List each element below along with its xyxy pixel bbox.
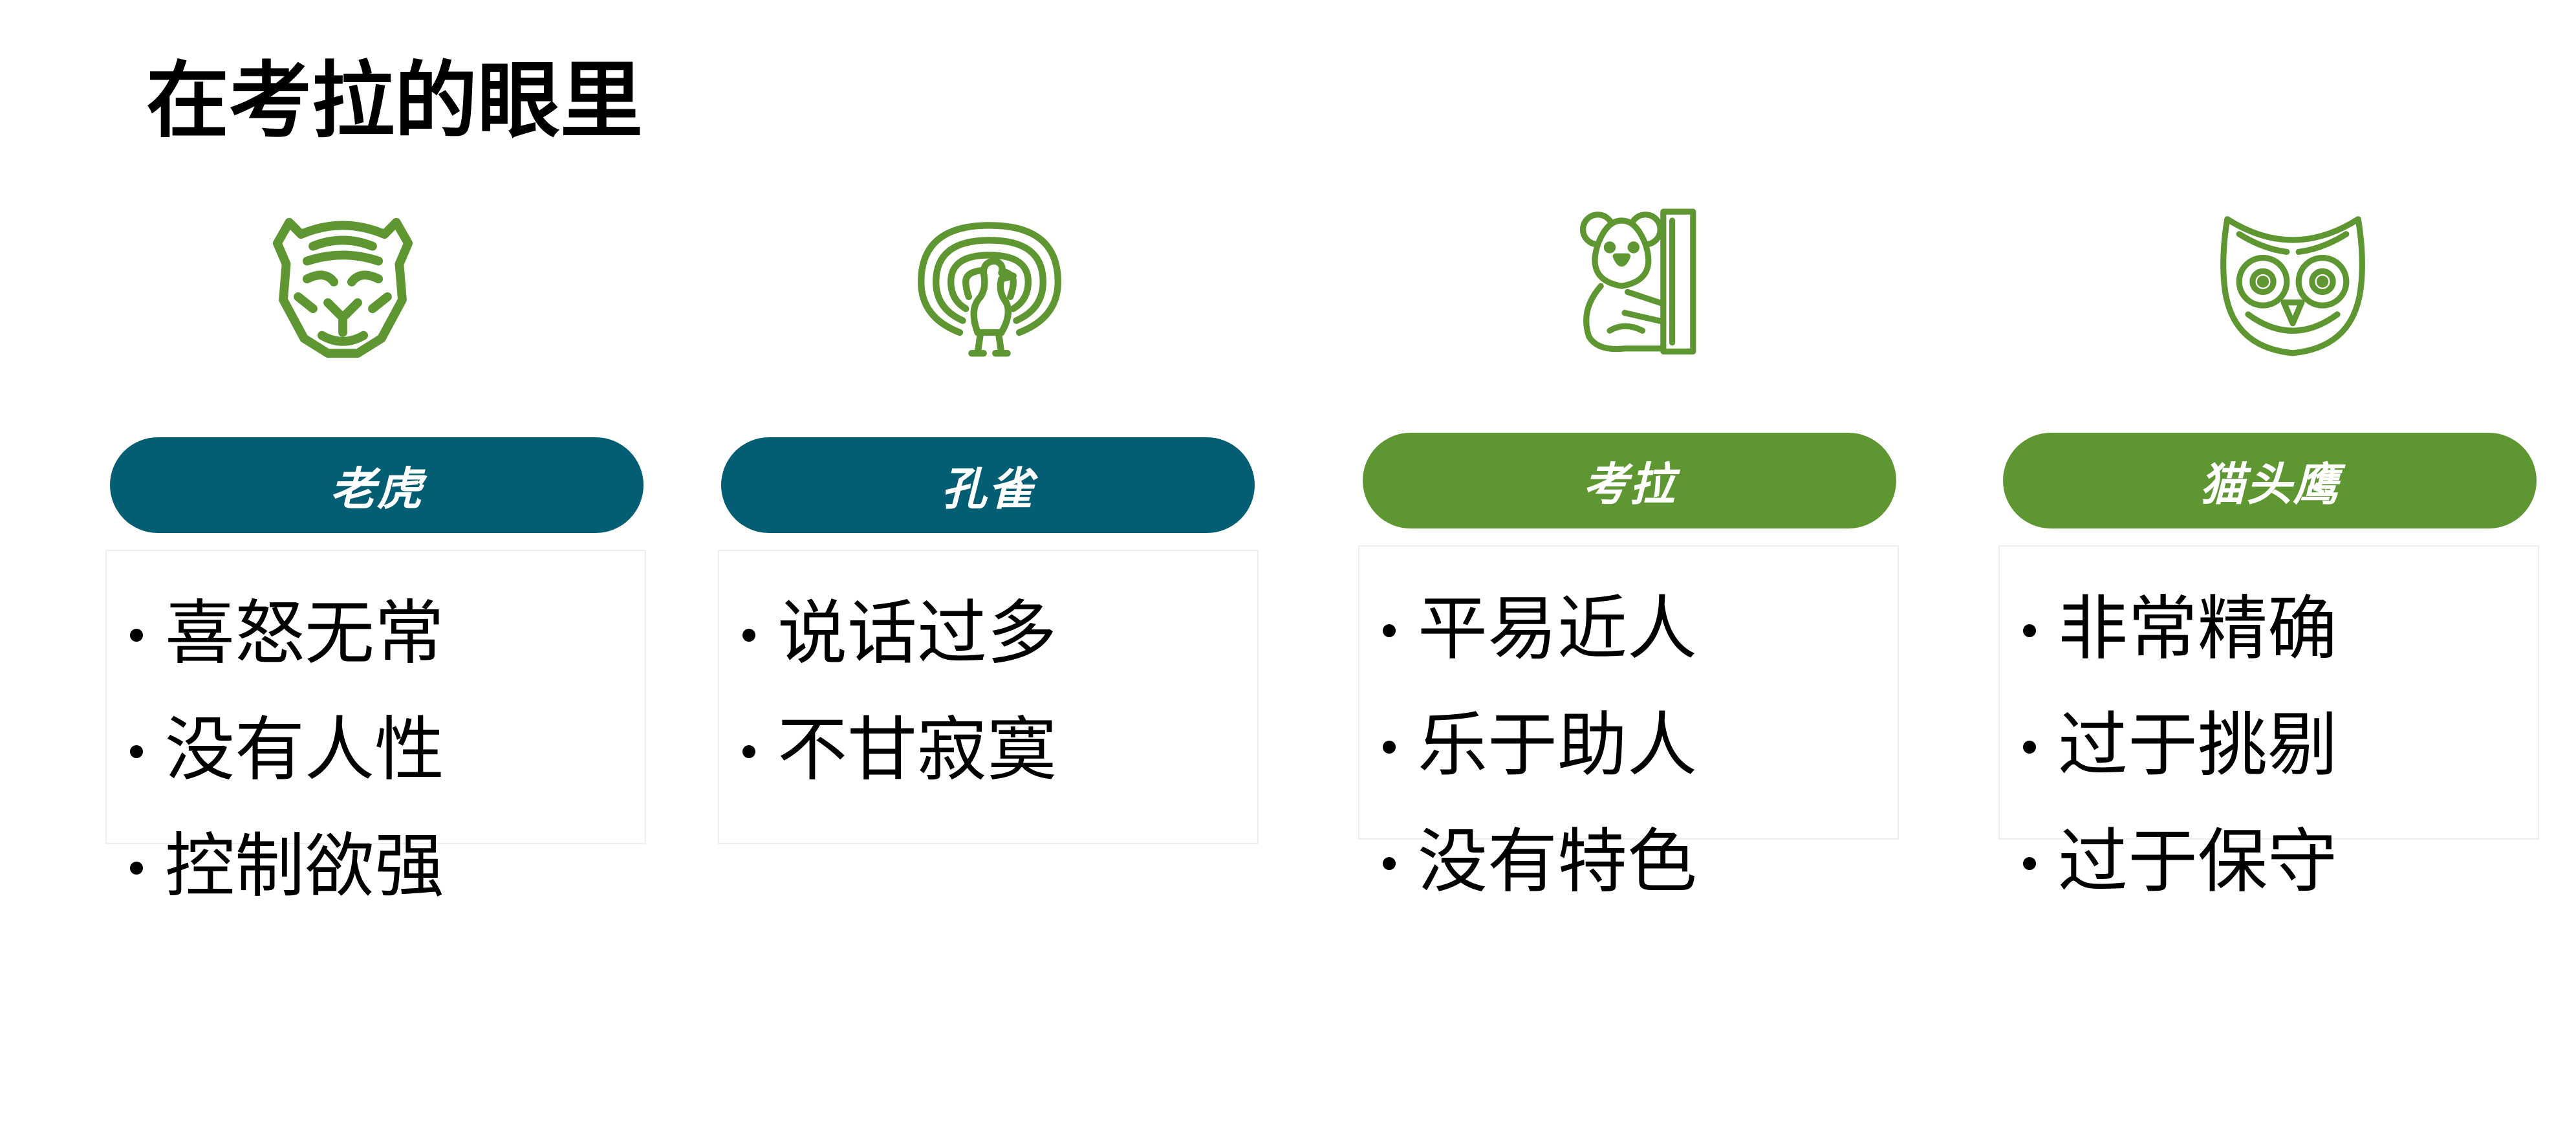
traits-box-tiger: 喜怒无常 没有人性 控制欲强 — [105, 550, 646, 907]
card-label-peacock: 孔雀 — [721, 437, 1255, 533]
list-item: 非常精确 — [2019, 571, 2337, 688]
peacock-icon — [915, 213, 1064, 362]
list-item: 说话过多 — [739, 576, 1057, 692]
list-item: 乐于助人 — [1379, 688, 1697, 804]
list-item: 过于保守 — [2019, 804, 2337, 920]
list-item: 过于挑剔 — [2019, 688, 2337, 804]
slide-title: 在考拉的眼里 — [146, 53, 644, 149]
traits-list-peacock: 说话过多 不甘寂寞 — [739, 576, 1057, 809]
koala-icon — [1565, 206, 1714, 354]
card-label-koala-text: 考拉 — [1583, 457, 1676, 511]
traits-list-tiger: 喜怒无常 没有人性 控制欲强 — [126, 576, 444, 925]
card-label-owl: 猫头鹰 — [2003, 433, 2537, 528]
list-item: 平易近人 — [1379, 571, 1697, 688]
traits-box-koala: 平易近人 乐于助人 没有特色 — [1358, 545, 1899, 902]
traits-list-koala: 平易近人 乐于助人 没有特色 — [1379, 571, 1697, 920]
card-label-peacock-text: 孔雀 — [941, 462, 1035, 516]
slide: 在考拉的眼里 老虎 孔雀 考拉 猫头鹰 喜怒无常 没有人性 控制欲强 说话过多 … — [0, 0, 2576, 1143]
list-item: 喜怒无常 — [126, 576, 444, 692]
card-label-owl-text: 猫头鹰 — [2200, 457, 2340, 511]
card-label-tiger: 老虎 — [110, 437, 644, 533]
list-item: 不甘寂寞 — [739, 692, 1057, 809]
card-label-tiger-text: 老虎 — [330, 462, 424, 516]
traits-box-peacock: 说话过多 不甘寂寞 — [718, 550, 1259, 844]
list-item: 没有特色 — [1379, 804, 1697, 920]
card-label-koala: 考拉 — [1363, 433, 1896, 528]
list-item: 控制欲强 — [126, 809, 444, 925]
tiger-icon — [268, 213, 417, 362]
traits-list-owl: 非常精确 过于挑剔 过于保守 — [2019, 571, 2337, 920]
list-item: 没有人性 — [126, 692, 444, 809]
traits-box-owl: 非常精确 过于挑剔 过于保守 — [1998, 545, 2539, 902]
owl-icon — [2218, 210, 2367, 359]
